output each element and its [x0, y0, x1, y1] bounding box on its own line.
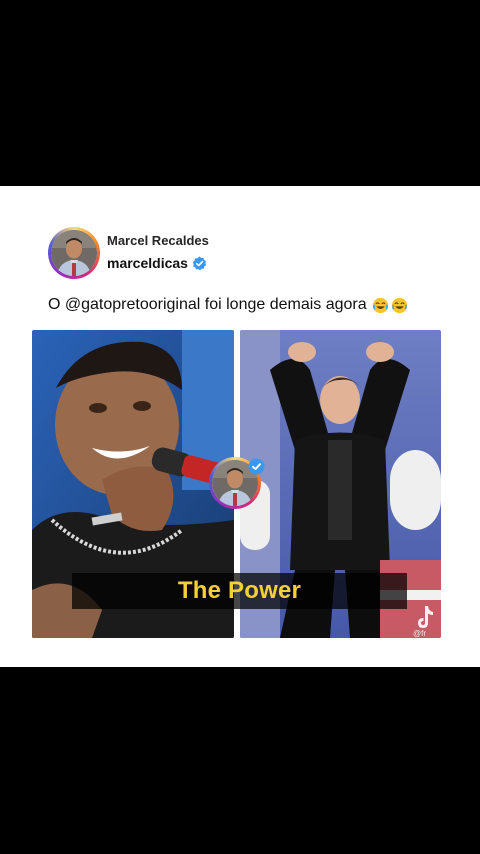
laughing-emoji-icon	[372, 297, 388, 313]
handle-row[interactable]: marceldicas	[107, 254, 207, 272]
username-handle[interactable]: marceldicas	[107, 255, 188, 271]
laughing-emoji-icon	[391, 297, 407, 313]
profile-avatar[interactable]	[48, 227, 100, 279]
caption-text: O @gatopretooriginal foi longe demais ag…	[48, 296, 367, 313]
post-card: Marcel Recaldes marceldicas O @gatopreto…	[0, 186, 480, 667]
display-name[interactable]: Marcel Recaldes	[107, 233, 209, 248]
verified-badge-icon	[192, 255, 207, 270]
watermark-text: @fr	[413, 629, 426, 637]
overlay-verified-badge-icon	[248, 458, 265, 475]
post-caption: O @gatopretooriginal foi longe demais ag…	[48, 296, 458, 314]
avatar-photo	[51, 230, 97, 276]
tiktok-icon: @fr	[413, 606, 433, 637]
video-subtitle: The Power	[72, 573, 407, 609]
